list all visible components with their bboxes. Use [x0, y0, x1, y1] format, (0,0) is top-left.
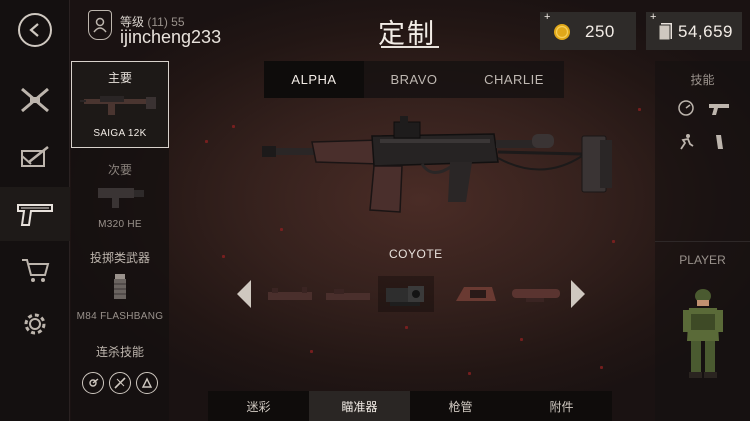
perk-runner-icon[interactable] [677, 133, 695, 151]
gear-icon [24, 313, 46, 335]
cash-amount: 54,659 [678, 22, 733, 41]
red-dot-sight-icon [386, 286, 424, 306]
weapon-preview [262, 116, 612, 213]
nav-settings[interactable] [0, 297, 70, 351]
rail-sight-icon [326, 289, 370, 300]
nav-rail [0, 0, 70, 421]
tab-bravo[interactable]: BRAVO [364, 61, 464, 98]
soldier-character-icon[interactable] [681, 286, 725, 381]
nav-assault-rifles[interactable] [0, 73, 70, 127]
cash-currency[interactable]: + 54,659 [646, 11, 742, 50]
category-barrel[interactable]: 枪管 [410, 391, 511, 421]
rank-badge-icon [88, 10, 112, 40]
primary-weapon-slot[interactable]: 主要 SAIGA 12K [71, 61, 169, 148]
attachment-option[interactable] [508, 276, 564, 312]
tab-alpha[interactable]: ALPHA [264, 61, 364, 98]
category-optics[interactable]: 瞄准器 [309, 391, 410, 421]
add-cash-icon: + [650, 11, 657, 23]
paint-icon [21, 146, 49, 167]
saiga-12k-icon [80, 96, 156, 115]
flashbang-icon [114, 274, 126, 299]
add-gold-icon: + [544, 11, 551, 23]
secondary-slot-title: 次要 [107, 163, 132, 177]
loadout-tabs: ALPHA BRAVO CHARLIE [264, 61, 564, 98]
scope-icon [512, 289, 560, 302]
back-button[interactable] [18, 13, 52, 47]
perk-pistol-icon[interactable] [707, 99, 731, 117]
loadout-column: 主要 SAIGA 12K 次要 M320 HE 投掷类武器 M84 FLASHB… [71, 61, 169, 421]
player-label: PLAYER [679, 253, 726, 267]
killstreak-airstrike-icon[interactable] [109, 372, 131, 394]
throwable-name: M84 FLASHBANG [76, 311, 164, 322]
attachment-option[interactable] [448, 276, 504, 312]
holo-sight-icon [456, 287, 496, 301]
primary-weapon-name: SAIGA 12K [93, 128, 147, 139]
nav-pistols[interactable] [0, 187, 70, 241]
nav-store[interactable] [0, 243, 70, 297]
killstreak-radar-icon[interactable] [82, 372, 104, 394]
category-camo[interactable]: 迷彩 [208, 391, 309, 421]
secondary-weapon-slot[interactable]: 次要 M320 HE [71, 157, 169, 237]
cash-icon [658, 23, 672, 41]
skills-label: 技能 [690, 73, 715, 87]
primary-slot-title: 主要 [107, 71, 132, 85]
attachment-option[interactable] [320, 276, 376, 312]
attachment-categories: 迷彩 瞄准器 枪管 附件 [208, 391, 612, 421]
carousel-right-arrow[interactable] [571, 280, 585, 308]
player-username: ijincheng233 [120, 27, 222, 47]
attachment-option-selected[interactable] [378, 276, 434, 312]
iron-sight-icon [268, 287, 312, 300]
m320-icon [98, 188, 144, 208]
carousel-left-arrow[interactable] [237, 280, 251, 308]
pistol-icon [17, 204, 53, 226]
gold-coin-icon [554, 24, 570, 40]
crossed-rifles-icon [21, 87, 49, 113]
killstreak-gunship-icon[interactable] [136, 372, 158, 394]
throwable-slot[interactable]: 投掷类武器 M84 FLASHBANG [71, 249, 169, 329]
tab-charlie[interactable]: CHARLIE [464, 61, 564, 98]
right-panel: 技能 PLAYER [655, 61, 750, 421]
throwable-slot-title: 投掷类武器 [89, 251, 150, 265]
attachment-option[interactable] [262, 276, 318, 312]
killstreak-slot[interactable]: 连杀技能 [71, 343, 169, 373]
title-underline [381, 46, 439, 48]
gold-amount: 250 [585, 22, 615, 41]
secondary-weapon-name: M320 HE [98, 219, 142, 230]
killstreak-slot-title: 连杀技能 [95, 345, 144, 359]
perk-mag-icon[interactable] [710, 133, 728, 151]
gold-currency[interactable]: + 250 [540, 11, 636, 50]
perk-speed-icon[interactable] [677, 99, 695, 117]
category-accessory[interactable]: 附件 [511, 391, 612, 421]
shopping-cart-icon [22, 259, 50, 282]
chevron-left-icon [29, 23, 39, 37]
nav-camo[interactable] [0, 130, 70, 184]
variant-name: COYOTE [389, 247, 443, 261]
